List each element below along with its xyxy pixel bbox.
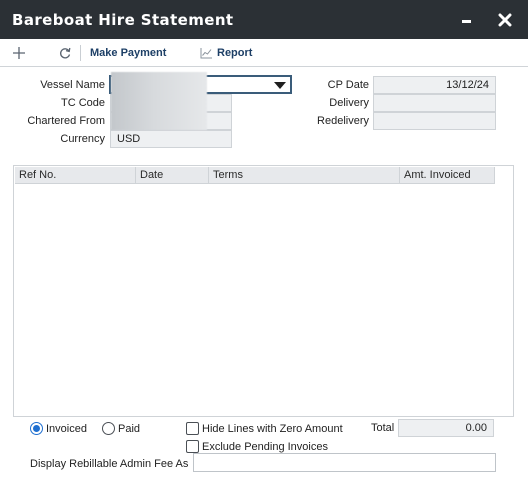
refresh-icon: [60, 47, 71, 59]
close-icon: [498, 13, 512, 27]
redacted-area: [111, 72, 207, 130]
line-chart-icon: [200, 48, 212, 59]
exclude-pending-label: Exclude Pending Invoices: [202, 440, 328, 453]
minimize-button[interactable]: [458, 10, 476, 28]
refresh-button[interactable]: [58, 45, 72, 61]
total-field: 0.00: [398, 419, 494, 437]
window-title: Bareboat Hire Statement: [12, 11, 234, 29]
cp-date-label: CP Date: [327, 79, 369, 91]
column-header-ref-no[interactable]: Ref No.: [15, 167, 136, 184]
make-payment-button[interactable]: Make Payment: [90, 45, 166, 61]
currency-label: Currency: [60, 133, 105, 145]
delivery-field[interactable]: [373, 94, 496, 112]
toolbar: Make Payment Report: [0, 39, 528, 67]
hide-zero-lines-checkbox[interactable]: Hide Lines with Zero Amount: [186, 422, 343, 435]
currency-field[interactable]: USD: [110, 130, 232, 148]
radio-selected-icon: [30, 422, 43, 435]
delivery-label: Delivery: [329, 97, 369, 109]
radio-unselected-icon: [102, 422, 115, 435]
chartered-from-label: Chartered From: [27, 115, 105, 127]
admin-fee-input[interactable]: [193, 453, 496, 472]
redelivery-field[interactable]: [373, 112, 496, 130]
plus-icon: [13, 47, 25, 59]
paid-label: Paid: [118, 422, 141, 435]
statement-grid[interactable]: Ref No. Date Terms Amt. Invoiced: [13, 165, 514, 417]
toolbar-divider: [80, 45, 81, 61]
report-label: Report: [217, 47, 253, 59]
title-bar: Bareboat Hire Statement: [0, 0, 528, 39]
report-button[interactable]: Report: [200, 45, 252, 61]
chevron-down-icon: [274, 82, 286, 89]
grid-header: Ref No. Date Terms Amt. Invoiced: [15, 167, 495, 184]
total-label: Total: [371, 422, 395, 434]
vessel-name-label: Vessel Name: [40, 79, 105, 91]
redelivery-label: Redelivery: [317, 115, 369, 127]
admin-fee-label: Display Rebillable Admin Fee As: [30, 458, 189, 470]
exclude-pending-checkbox[interactable]: Exclude Pending Invoices: [186, 440, 328, 453]
tc-code-label: TC Code: [60, 97, 105, 109]
column-header-date[interactable]: Date: [136, 167, 209, 184]
invoiced-label: Invoiced: [46, 422, 87, 435]
hide-zero-lines-label: Hide Lines with Zero Amount: [202, 422, 343, 435]
column-header-amt-invoiced[interactable]: Amt. Invoiced: [400, 167, 495, 184]
paid-radio[interactable]: Paid: [102, 422, 140, 435]
checkbox-icon: [186, 422, 199, 435]
invoiced-radio[interactable]: Invoiced: [30, 422, 87, 435]
minimize-icon: [462, 20, 471, 23]
add-button[interactable]: [12, 45, 26, 61]
cp-date-field[interactable]: 13/12/24: [373, 76, 496, 94]
close-button[interactable]: [496, 10, 514, 28]
checkbox-icon: [186, 440, 199, 453]
column-header-terms[interactable]: Terms: [209, 167, 400, 184]
